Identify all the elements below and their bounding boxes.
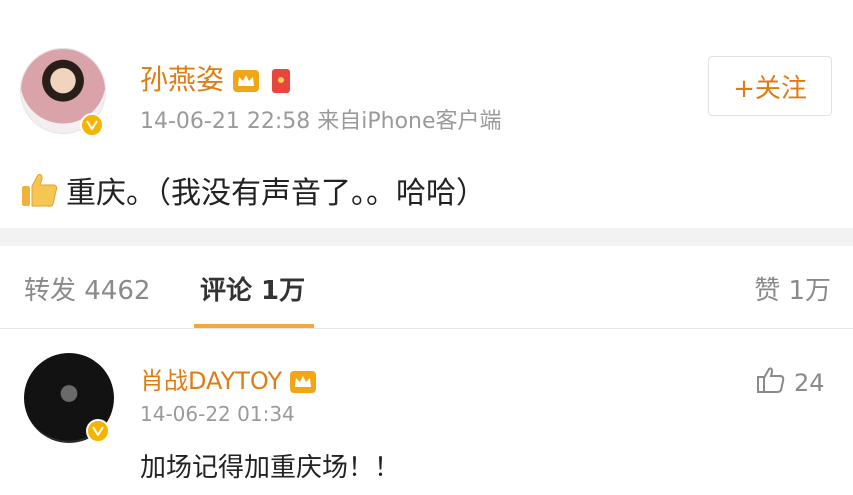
like-icon: [756, 366, 786, 400]
comment-list: [0, 329, 853, 495]
interaction-tabs: 转发 4462 评论 1万 赞 1万: [0, 246, 853, 329]
post-source: 来自iPhone客户端: [317, 109, 502, 134]
thumbs-up-emoji: [20, 172, 60, 208]
verified-badge-icon: [80, 113, 104, 137]
comment-text: 加场记得加重庆场！！: [140, 453, 401, 483]
post-card: 孙燕姿 14-06-21 22:58 来自iPhone客户端 +关注 重庆。（我…: [0, 0, 853, 228]
vip-crown-icon: [289, 371, 316, 393]
post-text: 重庆。（我没有声音了。。哈哈）: [66, 176, 486, 211]
tab-comment[interactable]: 评论 1万: [200, 270, 305, 307]
post-meta: 14-06-21 22:58 来自iPhone客户端: [140, 103, 502, 135]
section-divider: [0, 228, 853, 246]
follow-button[interactable]: +关注: [708, 56, 832, 116]
tab-like[interactable]: 赞 1万: [754, 270, 831, 307]
author-name[interactable]: 孙燕姿: [140, 63, 224, 96]
tab-repost[interactable]: 转发 4462: [24, 270, 150, 307]
post-text-row: 重庆。（我没有声音了。。哈哈）: [20, 168, 486, 212]
active-tab-indicator: [194, 324, 314, 328]
post-time: 14-06-21 22:58: [140, 109, 311, 134]
verified-badge-icon: [86, 419, 110, 443]
comment-like-count: 24: [794, 369, 825, 397]
commenter-name[interactable]: 肖战DAYTOY: [140, 367, 282, 395]
red-packet-icon[interactable]: [271, 69, 290, 93]
commenter-name-row: 肖战DAYTOY: [140, 361, 316, 396]
author-name-row: 孙燕姿: [140, 58, 290, 98]
comment-like-button[interactable]: 24: [756, 366, 825, 400]
comment-time: 14-06-22 01:34: [140, 402, 295, 426]
vip-crown-icon: [232, 70, 259, 92]
